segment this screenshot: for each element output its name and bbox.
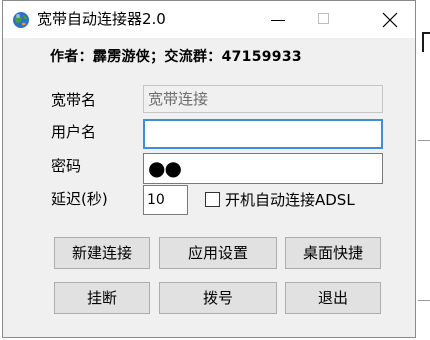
hang-up-button[interactable]: 挂断 — [54, 282, 150, 314]
background-divider — [418, 140, 430, 141]
connection-name-label: 宽带名 — [51, 91, 97, 109]
delay-seconds-field[interactable]: 10 — [143, 185, 188, 215]
close-icon — [382, 12, 398, 28]
desktop-background — [418, 0, 430, 340]
autoconnect-label[interactable]: 开机自动连接ADSL — [225, 189, 355, 210]
autoconnect-checkbox[interactable] — [205, 192, 220, 207]
password-label: 密码 — [51, 157, 82, 175]
window-title: 宽带自动连接器2.0 — [37, 10, 166, 28]
username-label: 用户名 — [51, 123, 97, 141]
delay-label: 延迟(秒) — [51, 190, 108, 208]
exit-button[interactable]: 退出 — [285, 282, 381, 314]
connection-name-field: 宽带连接 — [143, 85, 383, 113]
maximize-button[interactable] — [301, 1, 347, 38]
close-button[interactable] — [367, 1, 413, 38]
app-window: 宽带自动连接器2.0 作者：霹雳游侠；交流群：47159933 宽带名 宽带连接… — [2, 0, 416, 338]
title-bar[interactable]: 宽带自动连接器2.0 — [3, 1, 415, 38]
desktop-shortcut-button[interactable]: 桌面快捷 — [285, 237, 381, 269]
background-divider — [418, 300, 430, 301]
minimize-button[interactable] — [255, 1, 301, 38]
apply-settings-button[interactable]: 应用设置 — [159, 237, 277, 269]
password-field[interactable]: ●● — [143, 153, 383, 184]
background-window-edge — [422, 32, 430, 52]
new-connection-button[interactable]: 新建连接 — [54, 237, 150, 269]
username-field[interactable] — [143, 119, 383, 149]
minimize-icon — [271, 20, 285, 21]
author-info: 作者：霹雳游侠；交流群：47159933 — [50, 49, 302, 65]
dial-button[interactable]: 拨号 — [159, 282, 277, 314]
globe-app-icon — [12, 11, 30, 29]
maximize-icon — [318, 13, 329, 24]
